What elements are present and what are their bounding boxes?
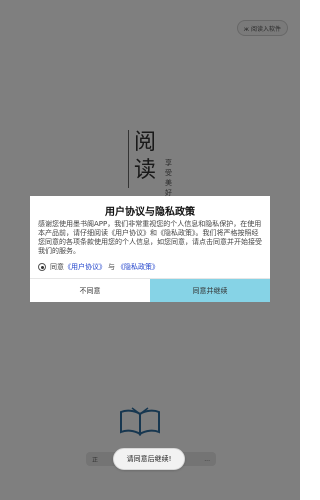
toast-message: 请同意后继续! xyxy=(113,448,185,470)
user-agreement-link[interactable]: 《用户协议》 xyxy=(64,262,106,272)
consent-radio[interactable] xyxy=(38,263,46,271)
consent-prefix: 同意 xyxy=(50,263,64,271)
consent-row: 同意 《用户协议》 与 《隐私政策》 xyxy=(30,260,270,274)
decline-button[interactable]: 不同意 xyxy=(30,279,150,302)
dialog-title: 用户协议与隐私政策 xyxy=(105,207,195,218)
consent-and: 与 xyxy=(108,263,115,271)
privacy-policy-link[interactable]: 《隐私政策》 xyxy=(117,262,159,272)
dialog-button-row: 不同意 同意并继续 xyxy=(30,278,270,302)
accept-button[interactable]: 同意并继续 xyxy=(150,279,270,302)
privacy-dialog: 用户协议与隐私政策 感谢您使用墨书阁APP，我们非常重视您的个人信息和隐私保护，… xyxy=(30,196,270,302)
dialog-body-text: 感谢您使用墨书阁APP，我们非常重视您的个人信息和隐私保护，在使用本产品前，请仔… xyxy=(38,220,262,255)
